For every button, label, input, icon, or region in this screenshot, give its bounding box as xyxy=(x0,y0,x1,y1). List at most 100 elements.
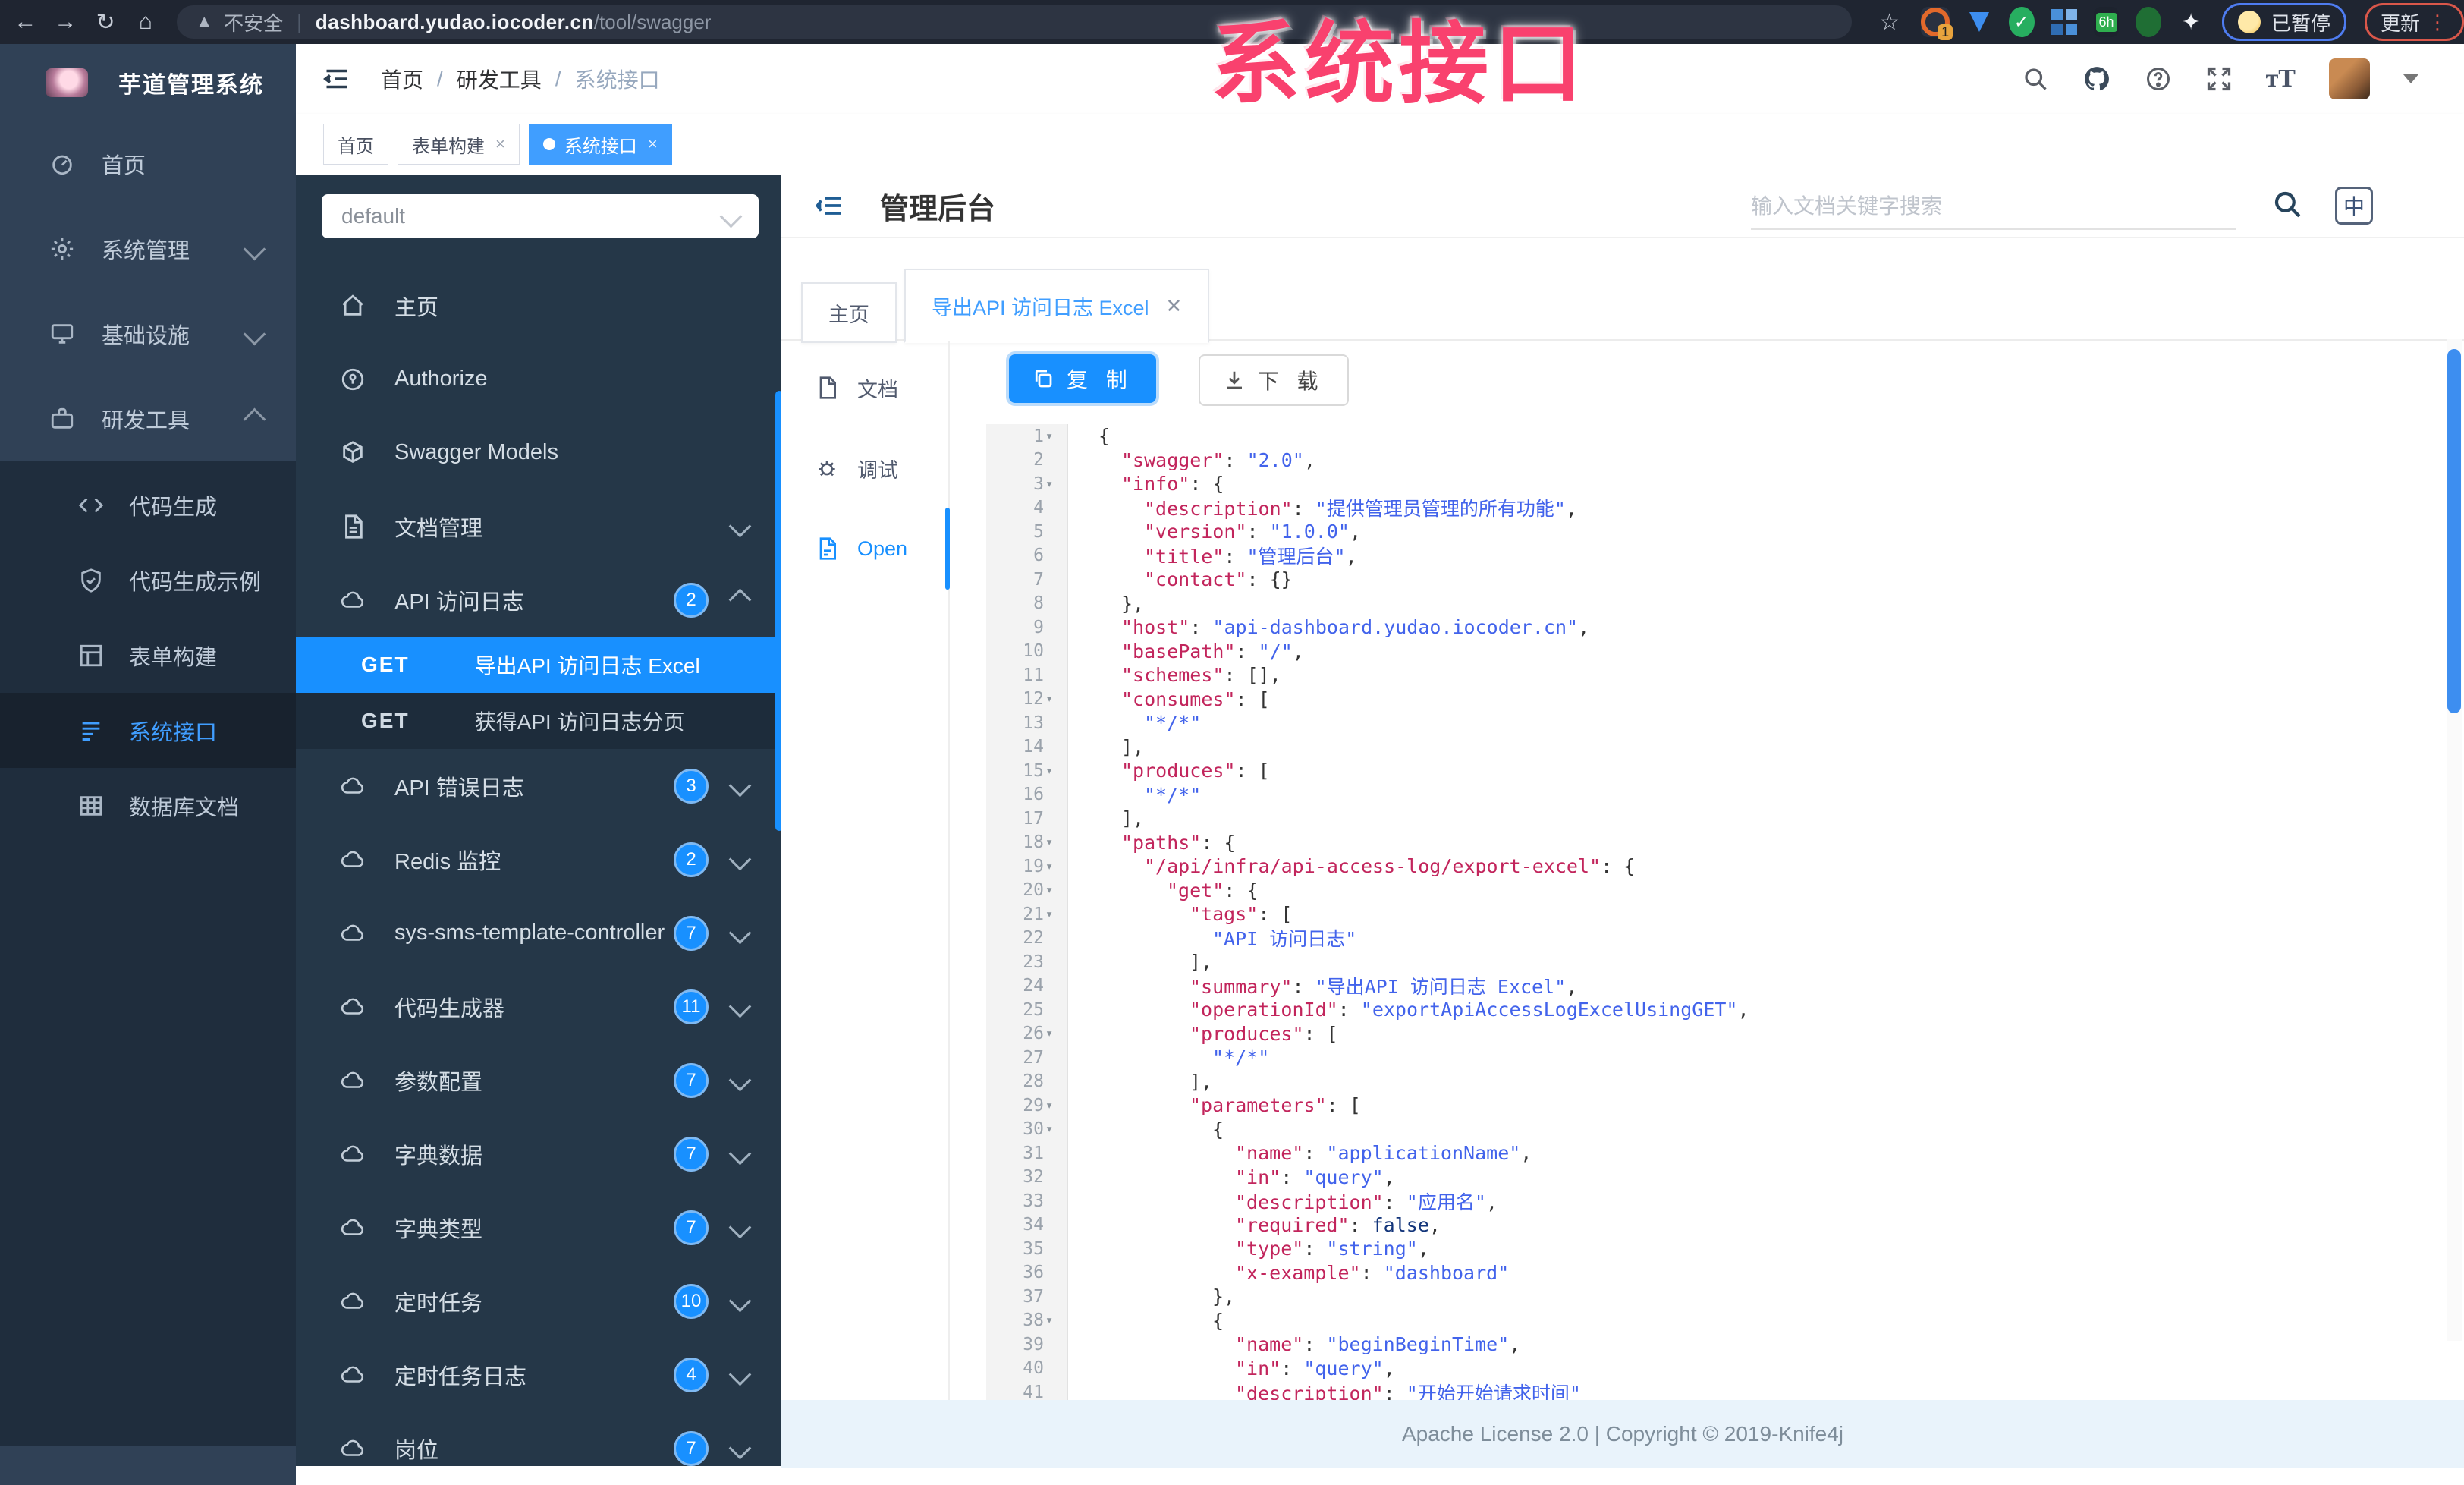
scrollbar-thumb[interactable] xyxy=(2447,349,2461,713)
breadcrumb-item[interactable]: 研发工具 xyxy=(457,64,542,94)
doc-side-tab-调试[interactable]: 调试 xyxy=(781,435,948,502)
line-number: 24 xyxy=(986,974,1068,998)
doc-tab-导出API 访问日志 Excel[interactable]: 导出API 访问日志 Excel ✕ xyxy=(904,269,1210,343)
chevron-up-icon xyxy=(243,407,266,430)
line-number: 18 ▾ xyxy=(986,830,1068,854)
swagger-nav-定时任务日志[interactable]: 定时任务日志 4 xyxy=(296,1338,781,1411)
avatar[interactable] xyxy=(2329,58,2370,99)
token: "x-example" xyxy=(1235,1261,1361,1284)
update-pill[interactable]: 更新 ⋮ xyxy=(2364,3,2464,41)
extension-icon[interactable]: 1 xyxy=(1921,7,1953,40)
search-icon[interactable] xyxy=(2022,65,2049,93)
swagger-operation-导出API 访问日志 Excel[interactable]: GET 导出API 访问日志 Excel xyxy=(296,637,781,693)
address-bar[interactable]: ▲ 不安全 | dashboard.yudao.iocoder.cn /tool… xyxy=(177,5,1853,39)
reload-icon[interactable]: ↻ xyxy=(91,5,121,39)
back-icon[interactable]: ← xyxy=(11,5,40,39)
fold-icon[interactable]: ▾ xyxy=(1045,477,1061,492)
sidebar-item-研发工具[interactable]: 研发工具 xyxy=(0,376,296,461)
kebab-menu-icon[interactable]: ⋮ xyxy=(2428,11,2448,34)
bookmark-star-icon[interactable]: ☆ xyxy=(1875,5,1904,39)
json-editor[interactable]: 1 ▾{2 "swagger": "2.0", 3 ▾ "info": {4 "descri… xyxy=(986,424,2435,1402)
line-number-text: 36 xyxy=(1023,1263,1044,1283)
breadcrumb-item[interactable]: 首页 xyxy=(381,64,423,94)
token: , xyxy=(1383,1166,1395,1188)
swagger-nav-主页[interactable]: 主页 xyxy=(296,269,781,342)
fold-icon[interactable]: ▾ xyxy=(1045,1098,1061,1113)
copy-button[interactable]: 复 制 xyxy=(1009,354,1156,403)
extension-icon[interactable] xyxy=(2051,7,2077,37)
language-toggle-icon[interactable]: 中 xyxy=(2335,187,2373,225)
swagger-nav-定时任务[interactable]: 定时任务 10 xyxy=(296,1264,781,1338)
swagger-nav-字典数据[interactable]: 字典数据 7 xyxy=(296,1117,781,1191)
sidebar-collapse-icon[interactable] xyxy=(323,65,350,93)
doc-tab-主页[interactable]: 主页 xyxy=(801,282,897,343)
fold-icon[interactable]: ▾ xyxy=(1045,1313,1061,1328)
swagger-nav-API 错误日志[interactable]: API 错误日志 3 xyxy=(296,749,781,823)
doc-collapse-icon[interactable] xyxy=(815,190,845,221)
tag-表单构建[interactable]: 表单构建 × xyxy=(398,124,520,165)
fold-icon[interactable]: ▾ xyxy=(1045,835,1061,850)
api-group-select[interactable]: default xyxy=(322,194,759,238)
sidebar-item-首页[interactable]: 首页 xyxy=(0,121,296,206)
swagger-nav-岗位[interactable]: 岗位 7 xyxy=(296,1411,781,1466)
extension-icon[interactable]: ✦ xyxy=(2178,7,2204,37)
font-size-icon[interactable]: ᴛT xyxy=(2266,64,2296,93)
security-label[interactable]: 不安全 xyxy=(224,8,283,36)
swagger-nav-字典类型[interactable]: 字典类型 7 xyxy=(296,1191,781,1264)
swagger-nav-sys-sms-template-controller[interactable]: sys-sms-template-controller 7 xyxy=(296,896,781,970)
sidebar-item-基础设施[interactable]: 基础设施 xyxy=(0,291,296,376)
sidebar-subitem-系统接口[interactable]: 系统接口 xyxy=(0,693,296,768)
fold-icon[interactable]: ▾ xyxy=(1045,691,1061,706)
breadcrumb-separator: / xyxy=(437,67,443,90)
paused-pill[interactable]: 已暂停 xyxy=(2221,3,2346,41)
chevron-down-icon[interactable] xyxy=(2403,74,2418,83)
extension-icon[interactable]: 6h xyxy=(2093,7,2120,37)
fullscreen-icon[interactable] xyxy=(2205,65,2233,93)
token: "beginBeginTime" xyxy=(1326,1333,1510,1356)
fold-icon[interactable]: ▾ xyxy=(1045,859,1061,874)
doc-side-tab-文档[interactable]: 文档 xyxy=(781,354,948,421)
doc-search-input[interactable]: 输入文档关键字搜索 xyxy=(1751,182,2236,230)
swagger-operation-获得API 访问日志分页[interactable]: GET 获得API 访问日志分页 xyxy=(296,693,781,749)
swagger-nav-API 访问日志[interactable]: API 访问日志 2 xyxy=(296,563,781,637)
fold-icon[interactable]: ▾ xyxy=(1045,429,1061,444)
github-icon[interactable] xyxy=(2082,64,2111,93)
sidebar-subitem-数据库文档[interactable]: 数据库文档 xyxy=(0,768,296,843)
extension-icon[interactable] xyxy=(1966,7,1992,37)
tag-首页[interactable]: 首页 xyxy=(323,124,388,165)
extension-icon[interactable] xyxy=(2136,7,2162,37)
extension-icon[interactable]: ✓ xyxy=(2008,7,2035,37)
swagger-nav-代码生成器[interactable]: 代码生成器 11 xyxy=(296,970,781,1043)
swagger-nav-Redis 监控[interactable]: Redis 监控 2 xyxy=(296,823,781,896)
code-text: "consumes": [ xyxy=(1068,688,1270,710)
fold-icon[interactable]: ▾ xyxy=(1045,883,1061,898)
fold-icon[interactable]: ▾ xyxy=(1045,1026,1061,1041)
sidebar-subitem-表单构建[interactable]: 表单构建 xyxy=(0,618,296,693)
fold-icon[interactable]: ▾ xyxy=(1045,907,1061,922)
swagger-nav-Authorize[interactable]: Authorize xyxy=(296,342,781,416)
token: "contact" xyxy=(1144,568,1247,591)
sidebar-subitem-代码生成示例[interactable]: 代码生成示例 xyxy=(0,543,296,618)
sidebar-subitem-代码生成[interactable]: 代码生成 xyxy=(0,467,296,543)
swagger-nav-label: Redis 监控 xyxy=(394,849,501,874)
app-logo-row[interactable]: 芋道管理系统 xyxy=(0,44,296,121)
download-button[interactable]: 下 载 xyxy=(1198,354,1349,406)
close-icon[interactable]: × xyxy=(648,134,658,154)
swagger-sidebar-scrollbar[interactable] xyxy=(775,391,781,831)
swagger-nav-参数配置[interactable]: 参数配置 7 xyxy=(296,1043,781,1117)
close-icon[interactable]: ✕ xyxy=(1166,294,1183,318)
help-icon[interactable] xyxy=(2145,65,2172,93)
swagger-nav-Swagger Models[interactable]: Swagger Models xyxy=(296,416,781,489)
home-icon[interactable]: ⌂ xyxy=(130,5,160,39)
forward-icon[interactable]: → xyxy=(51,5,80,39)
fold-icon[interactable]: ▾ xyxy=(1045,1122,1061,1137)
tag-系统接口[interactable]: 系统接口 × xyxy=(528,124,672,165)
close-icon[interactable]: × xyxy=(495,134,505,154)
sidebar-item-系统管理[interactable]: 系统管理 xyxy=(0,206,296,291)
doc-search-icon[interactable] xyxy=(2271,188,2303,220)
breadcrumb-separator: / xyxy=(555,67,561,90)
fold-icon[interactable]: ▾ xyxy=(1045,763,1061,779)
doc-side-tab-Open[interactable]: Open xyxy=(781,508,950,590)
swagger-nav-文档管理[interactable]: 文档管理 xyxy=(296,489,781,563)
token: ], xyxy=(1190,1070,1213,1093)
